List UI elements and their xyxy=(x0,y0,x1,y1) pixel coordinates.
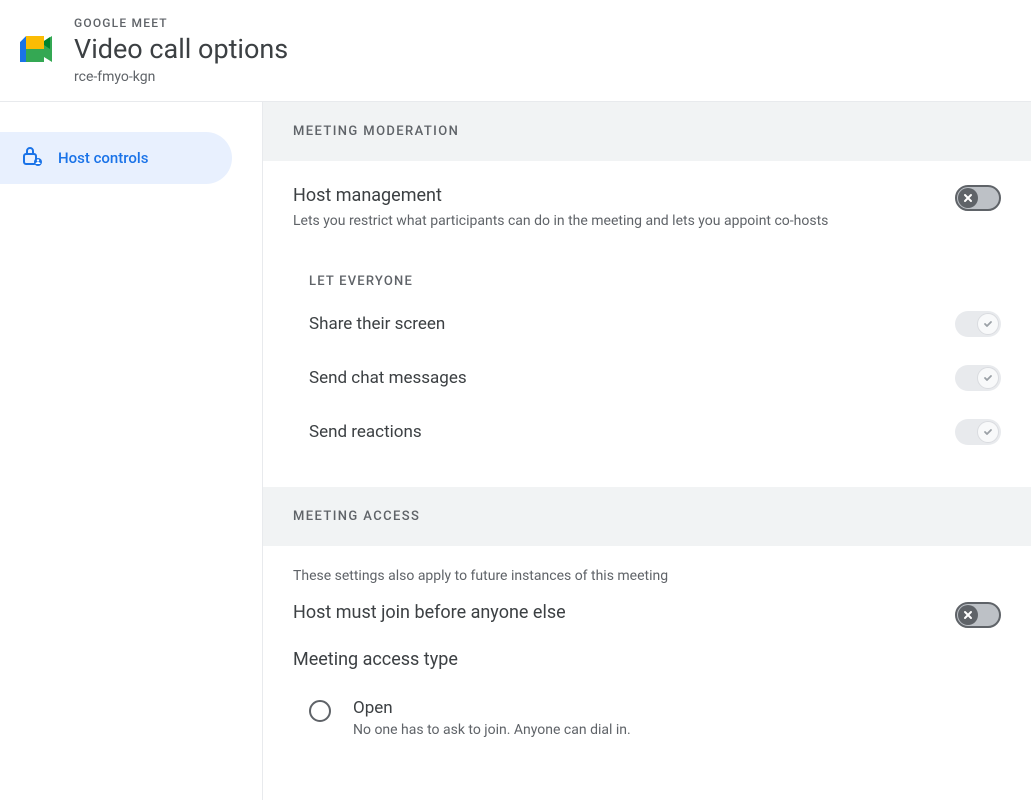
access-open-label: Open xyxy=(353,698,631,718)
send-reactions-toggle[interactable] xyxy=(955,419,1001,445)
x-icon xyxy=(963,193,973,203)
access-open-desc: No one has to ask to join. Anyone can di… xyxy=(353,722,631,738)
header: GOOGLE MEET Video call options rce-fmyo-… xyxy=(0,0,1031,102)
x-icon xyxy=(963,610,973,620)
sidebar-item-label: Host controls xyxy=(58,149,148,167)
host-must-join-toggle[interactable] xyxy=(955,602,1001,628)
lock-person-icon xyxy=(20,144,44,172)
check-icon xyxy=(983,427,993,437)
send-chat-label: Send chat messages xyxy=(309,368,467,388)
send-chat-toggle[interactable] xyxy=(955,365,1001,391)
let-everyone-label: LET EVERYONE xyxy=(263,240,1031,297)
sidebar: Host controls xyxy=(0,102,262,800)
host-must-join-label: Host must join before anyone else xyxy=(293,602,566,623)
app-name: GOOGLE MEET xyxy=(74,16,288,30)
sidebar-item-host-controls[interactable]: Host controls xyxy=(0,132,232,184)
send-reactions-label: Send reactions xyxy=(309,422,422,442)
access-note: These settings also apply to future inst… xyxy=(263,546,1031,594)
check-icon xyxy=(983,373,993,383)
meeting-code: rce-fmyo-kgn xyxy=(74,69,288,85)
section-meeting-access: MEETING ACCESS xyxy=(263,487,1031,546)
host-management-toggle[interactable] xyxy=(955,185,1001,211)
section-meeting-moderation: MEETING MODERATION xyxy=(263,102,1031,161)
host-management-desc: Lets you restrict what participants can … xyxy=(293,212,828,232)
access-type-open-radio[interactable] xyxy=(309,700,331,722)
content-panel: MEETING MODERATION Host management Lets … xyxy=(262,102,1031,800)
share-screen-label: Share their screen xyxy=(309,314,445,334)
google-meet-icon xyxy=(20,36,52,66)
share-screen-toggle[interactable] xyxy=(955,311,1001,337)
host-management-title: Host management xyxy=(293,185,828,206)
page-title: Video call options xyxy=(74,33,288,65)
check-icon xyxy=(983,319,993,329)
meeting-access-type-title: Meeting access type xyxy=(293,649,1001,670)
